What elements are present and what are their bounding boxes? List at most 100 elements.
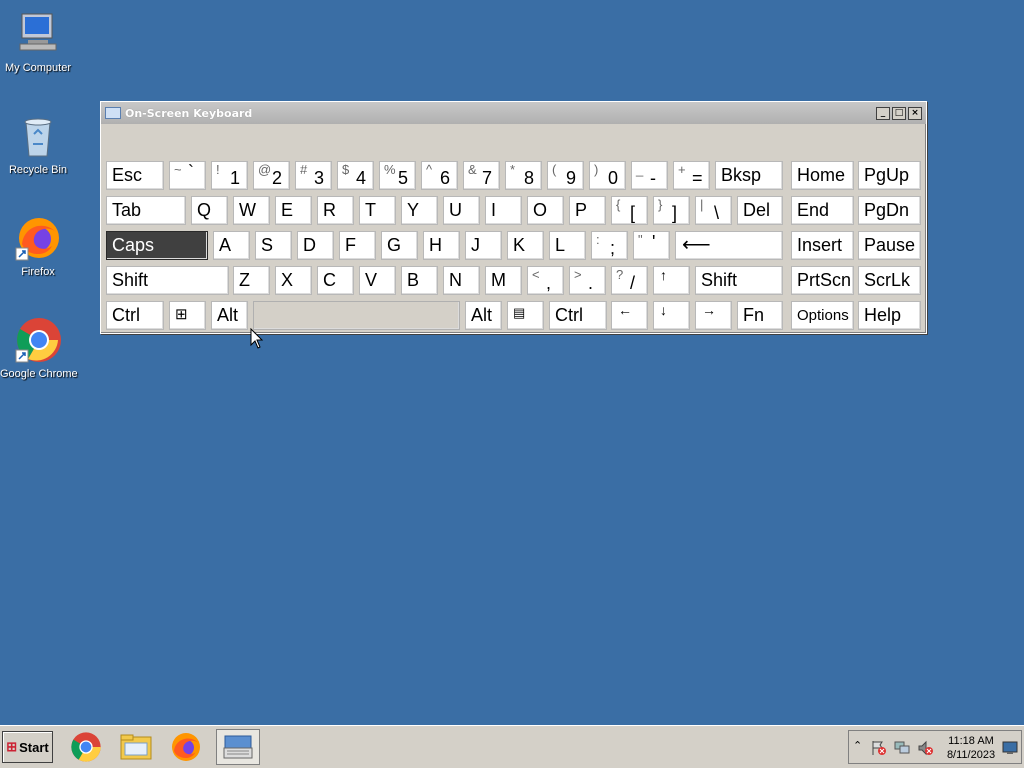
key-m[interactable]: M xyxy=(485,266,522,295)
key-left-arrow[interactable]: ← xyxy=(611,301,648,330)
key-pause[interactable]: Pause xyxy=(858,231,921,260)
desktop-icon-my-computer[interactable]: My Computer xyxy=(0,10,76,74)
key-backslash[interactable]: | \ xyxy=(695,196,732,225)
desktop-icon-google-chrome[interactable]: Google Chrome xyxy=(0,316,78,380)
key-right-ctrl[interactable]: Ctrl xyxy=(549,301,607,330)
key-label: = xyxy=(692,168,703,188)
key-l[interactable]: L xyxy=(549,231,586,260)
key-space[interactable] xyxy=(253,301,460,330)
key-4[interactable]: $4 xyxy=(337,161,374,190)
key-tab[interactable]: Tab xyxy=(106,196,186,225)
key-end[interactable]: End xyxy=(791,196,854,225)
key-minus[interactable]: _ - xyxy=(631,161,668,190)
start-button[interactable]: ⊞ Start xyxy=(2,731,53,763)
taskbar-on-screen-keyboard[interactable] xyxy=(216,729,260,765)
key-backspace[interactable]: Bksp xyxy=(715,161,783,190)
key-i[interactable]: I xyxy=(485,196,522,225)
key-caps[interactable]: Caps xyxy=(106,231,208,260)
key-a[interactable]: A xyxy=(213,231,250,260)
key-d[interactable]: D xyxy=(297,231,334,260)
key-h[interactable]: H xyxy=(423,231,460,260)
key-c[interactable]: C xyxy=(317,266,354,295)
key-5[interactable]: % 5 xyxy=(379,161,416,190)
key-t[interactable]: T xyxy=(359,196,396,225)
key-period[interactable]: >. xyxy=(569,266,606,295)
key-semicolon[interactable]: :; xyxy=(591,231,628,260)
key-pgdn[interactable]: PgDn xyxy=(858,196,921,225)
key-equals[interactable]: + = xyxy=(673,161,710,190)
taskbar-chrome[interactable] xyxy=(67,729,105,765)
key-u[interactable]: U xyxy=(443,196,480,225)
key-q[interactable]: Q xyxy=(191,196,228,225)
key-v[interactable]: V xyxy=(359,266,396,295)
key-windows[interactable]: ⊞ xyxy=(169,301,206,330)
key-right-arrow[interactable]: → xyxy=(695,301,732,330)
key-s[interactable]: S xyxy=(255,231,292,260)
key-up-arrow[interactable]: ↑ xyxy=(653,266,690,295)
show-hidden-icons-button[interactable]: ⌃ xyxy=(853,739,862,752)
show-desktop-icon[interactable] xyxy=(1002,741,1018,755)
key-shift-label: ! xyxy=(216,162,220,177)
key-left-bracket[interactable]: {[ xyxy=(611,196,648,225)
key-enter[interactable]: ⟵ xyxy=(675,231,783,260)
key-label: ` xyxy=(188,162,194,182)
key-7[interactable]: & 7 xyxy=(463,161,500,190)
clock[interactable]: 11:18 AM 8/11/2023 xyxy=(941,734,1001,762)
key-backtick[interactable]: ~ ` xyxy=(169,161,206,190)
close-button[interactable]: × xyxy=(908,106,922,120)
key-options[interactable]: Options xyxy=(791,301,854,330)
key-e[interactable]: E xyxy=(275,196,312,225)
key-9[interactable]: (9 xyxy=(547,161,584,190)
key-slash[interactable]: ? / xyxy=(611,266,648,295)
key-8[interactable]: * 8 xyxy=(505,161,542,190)
key-k[interactable]: K xyxy=(507,231,544,260)
minimize-button[interactable]: _ xyxy=(876,106,890,120)
key-esc[interactable]: Esc xyxy=(106,161,164,190)
key-del[interactable]: Del xyxy=(737,196,783,225)
key-0[interactable]: ) 0 xyxy=(589,161,626,190)
key-w[interactable]: W xyxy=(233,196,270,225)
key-insert[interactable]: Insert xyxy=(791,231,854,260)
key-j[interactable]: J xyxy=(465,231,502,260)
key-r[interactable]: R xyxy=(317,196,354,225)
key-left-alt[interactable]: Alt xyxy=(211,301,248,330)
action-center-flag-icon[interactable] xyxy=(871,740,887,756)
key-2[interactable]: @2 xyxy=(253,161,290,190)
key-scrlk[interactable]: ScrLk xyxy=(858,266,921,295)
network-icon[interactable] xyxy=(894,740,910,756)
key-n[interactable]: N xyxy=(443,266,480,295)
taskbar-file-explorer[interactable] xyxy=(117,729,155,765)
key-quote[interactable]: " ' xyxy=(633,231,670,260)
key-z[interactable]: Z xyxy=(233,266,270,295)
key-f[interactable]: F xyxy=(339,231,376,260)
key-menu[interactable]: ▤ xyxy=(507,301,544,330)
key-fn[interactable]: Fn xyxy=(737,301,783,330)
key-y[interactable]: Y xyxy=(401,196,438,225)
taskbar-firefox[interactable] xyxy=(167,729,205,765)
key-left-ctrl[interactable]: Ctrl xyxy=(106,301,164,330)
key-right-shift[interactable]: Shift xyxy=(695,266,783,295)
key-prtscn[interactable]: PrtScn xyxy=(791,266,854,295)
desktop-icon-firefox[interactable]: Firefox xyxy=(0,214,76,278)
maximize-button[interactable]: □ xyxy=(892,106,906,120)
key-p[interactable]: P xyxy=(569,196,606,225)
key-right-alt[interactable]: Alt xyxy=(465,301,502,330)
key-pgup[interactable]: PgUp xyxy=(858,161,921,190)
key-6[interactable]: ^ 6 xyxy=(421,161,458,190)
key-right-bracket[interactable]: }] xyxy=(653,196,690,225)
key-help[interactable]: Help xyxy=(858,301,921,330)
key-home[interactable]: Home xyxy=(791,161,854,190)
volume-muted-icon[interactable] xyxy=(917,740,933,756)
key-g[interactable]: G xyxy=(381,231,418,260)
key-3[interactable]: #3 xyxy=(295,161,332,190)
key-comma[interactable]: <, xyxy=(527,266,564,295)
key-x[interactable]: X xyxy=(275,266,312,295)
key-o[interactable]: O xyxy=(527,196,564,225)
key-1[interactable]: ! 1 xyxy=(211,161,248,190)
key-label: End xyxy=(797,200,830,220)
key-left-shift[interactable]: Shift xyxy=(106,266,229,295)
desktop-icon-recycle-bin[interactable]: Recycle Bin xyxy=(0,112,76,176)
key-down-arrow[interactable]: ↓ xyxy=(653,301,690,330)
key-b[interactable]: B xyxy=(401,266,438,295)
title-bar[interactable]: On-Screen Keyboard _ □ × xyxy=(101,102,926,124)
